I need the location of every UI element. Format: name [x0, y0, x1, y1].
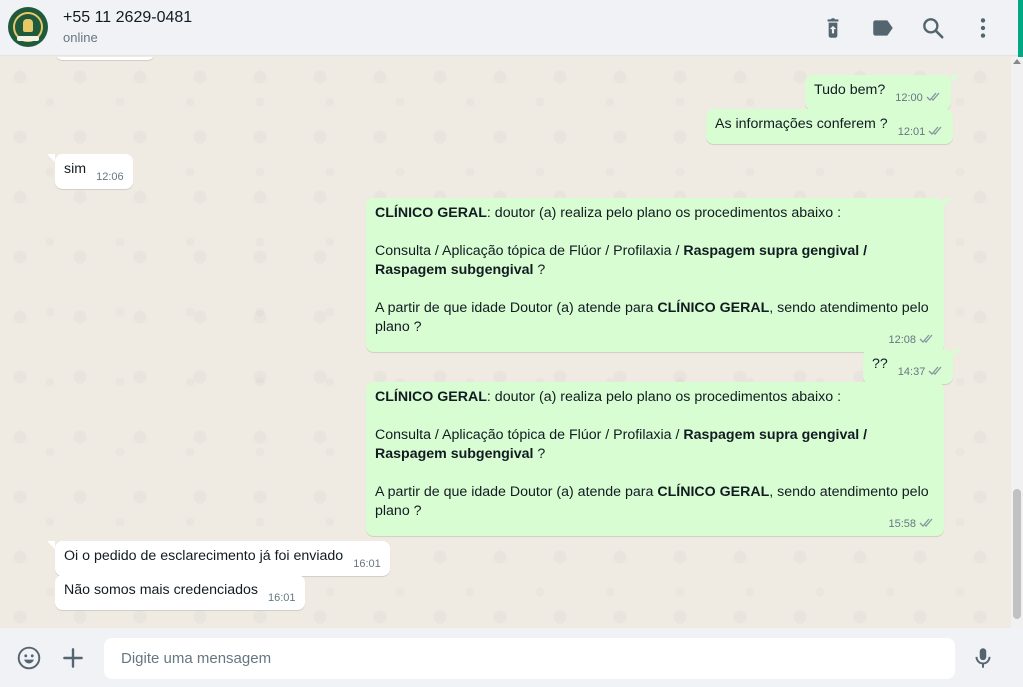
message-bubble-incoming[interactable]: sim 12:06 — [47, 154, 133, 189]
message-bubble-outgoing[interactable]: As informações conferem ? 12:01 — [706, 109, 954, 144]
scrollbar-thumb[interactable] — [1013, 489, 1021, 619]
message-text: Consulta / Aplicação tópica de Flúor / P… — [375, 243, 684, 259]
contact-avatar[interactable] — [8, 7, 48, 47]
message-text: Oi o pedido de esclarecimento já foi env… — [64, 548, 344, 564]
read-ticks-icon — [926, 92, 940, 101]
bold-text: CLÍNICO GERAL — [657, 484, 770, 500]
message-time: 12:00 — [895, 92, 923, 104]
message-meta: 14:37 — [898, 363, 945, 382]
message-paragraph: Consulta / Aplicação tópica de Flúor / P… — [375, 426, 935, 464]
message-bubble-incoming[interactable]: Não somos mais credenciados 16:01 — [55, 575, 305, 610]
message-text: : doutor (a) realiza pelo plano os proce… — [486, 389, 842, 405]
message-paragraph: A partir de que idade Doutor (a) atende … — [375, 483, 935, 521]
message-text: A partir de que idade Doutor (a) atende … — [375, 300, 658, 316]
search-icon[interactable] — [920, 15, 946, 41]
microphone-icon[interactable] — [970, 645, 996, 671]
message-time: 15:58 — [888, 518, 916, 530]
contact-status: online — [63, 30, 98, 45]
read-ticks-icon — [928, 126, 942, 135]
message-paragraph: CLÍNICO GERAL: doutor (a) realiza pelo p… — [375, 204, 935, 223]
read-ticks-icon — [919, 334, 933, 343]
message-text: sim — [64, 161, 87, 177]
message-meta: 12:08 — [888, 331, 935, 350]
message-text: A partir de que idade Doutor (a) atende … — [375, 484, 658, 500]
label-icon[interactable] — [870, 15, 896, 41]
scroll-up-arrow-icon[interactable] — [1013, 59, 1021, 64]
message-paragraph: Consulta / Aplicação tópica de Flúor / P… — [375, 242, 935, 280]
message-bubble-outgoing[interactable]: CLÍNICO GERAL: doutor (a) realiza pelo p… — [366, 198, 952, 352]
attach-plus-icon[interactable] — [60, 645, 86, 671]
chat-header: +55 11 2629-0481 online — [0, 0, 1023, 56]
message-text: ? — [533, 262, 546, 278]
message-text: : doutor (a) realiza pelo plano os proce… — [486, 205, 842, 221]
message-bubble-incoming[interactable]: Oi o pedido de esclarecimento já foi env… — [47, 541, 390, 576]
message-meta: 15:58 — [888, 515, 935, 534]
bold-text: CLÍNICO GERAL — [375, 389, 487, 405]
bold-text: CLÍNICO GERAL — [375, 205, 487, 221]
message-meta: 16:01 — [268, 589, 296, 608]
message-text: Não somos mais credenciados — [64, 582, 258, 598]
contact-name[interactable]: +55 11 2629-0481 — [63, 9, 192, 27]
message-time: 16:01 — [267, 592, 296, 604]
message-time: 12:06 — [96, 171, 124, 183]
message-bubble-outgoing[interactable]: ?? 14:37 — [863, 349, 962, 384]
message-bubble-outgoing[interactable]: Tudo bem? 12:00 — [805, 75, 959, 110]
read-ticks-icon — [928, 366, 942, 375]
bold-text: CLÍNICO GERAL — [657, 300, 770, 316]
message-meta: 12:00 — [895, 89, 942, 108]
message-paragraph: A partir de que idade Doutor (a) atende … — [375, 299, 935, 337]
chat-scrollbar[interactable] — [1011, 57, 1023, 628]
message-time: 12:08 — [888, 334, 916, 346]
message-time: 14:37 — [897, 366, 926, 378]
message-time: 16:01 — [353, 558, 381, 570]
message-list[interactable]: Tudo bem? 12:00 As informações conferem … — [0, 57, 1023, 628]
message-text: ?? — [872, 356, 888, 372]
message-time: 12:01 — [897, 126, 926, 138]
message-bubble-outgoing[interactable]: CLÍNICO GERAL: doutor (a) realiza pelo p… — [366, 382, 944, 536]
menu-icon[interactable] — [970, 15, 996, 41]
message-paragraph: CLÍNICO GERAL: doutor (a) realiza pelo p… — [375, 388, 935, 407]
read-ticks-icon — [919, 518, 933, 527]
message-composer — [0, 628, 1023, 687]
message-meta: 12:06 — [96, 168, 124, 187]
message-meta: 16:01 — [353, 555, 381, 574]
delete-icon[interactable] — [820, 15, 846, 41]
message-input[interactable] — [104, 638, 955, 679]
message-text: ? — [533, 446, 546, 462]
message-text: As informações conferem ? — [715, 116, 888, 132]
message-text: Consulta / Aplicação tópica de Flúor / P… — [375, 427, 684, 443]
emoji-icon[interactable] — [16, 645, 42, 671]
message-text: Tudo bem? — [814, 82, 886, 98]
message-meta: 12:01 — [898, 123, 945, 142]
message-bubble-cut — [55, 57, 155, 60]
